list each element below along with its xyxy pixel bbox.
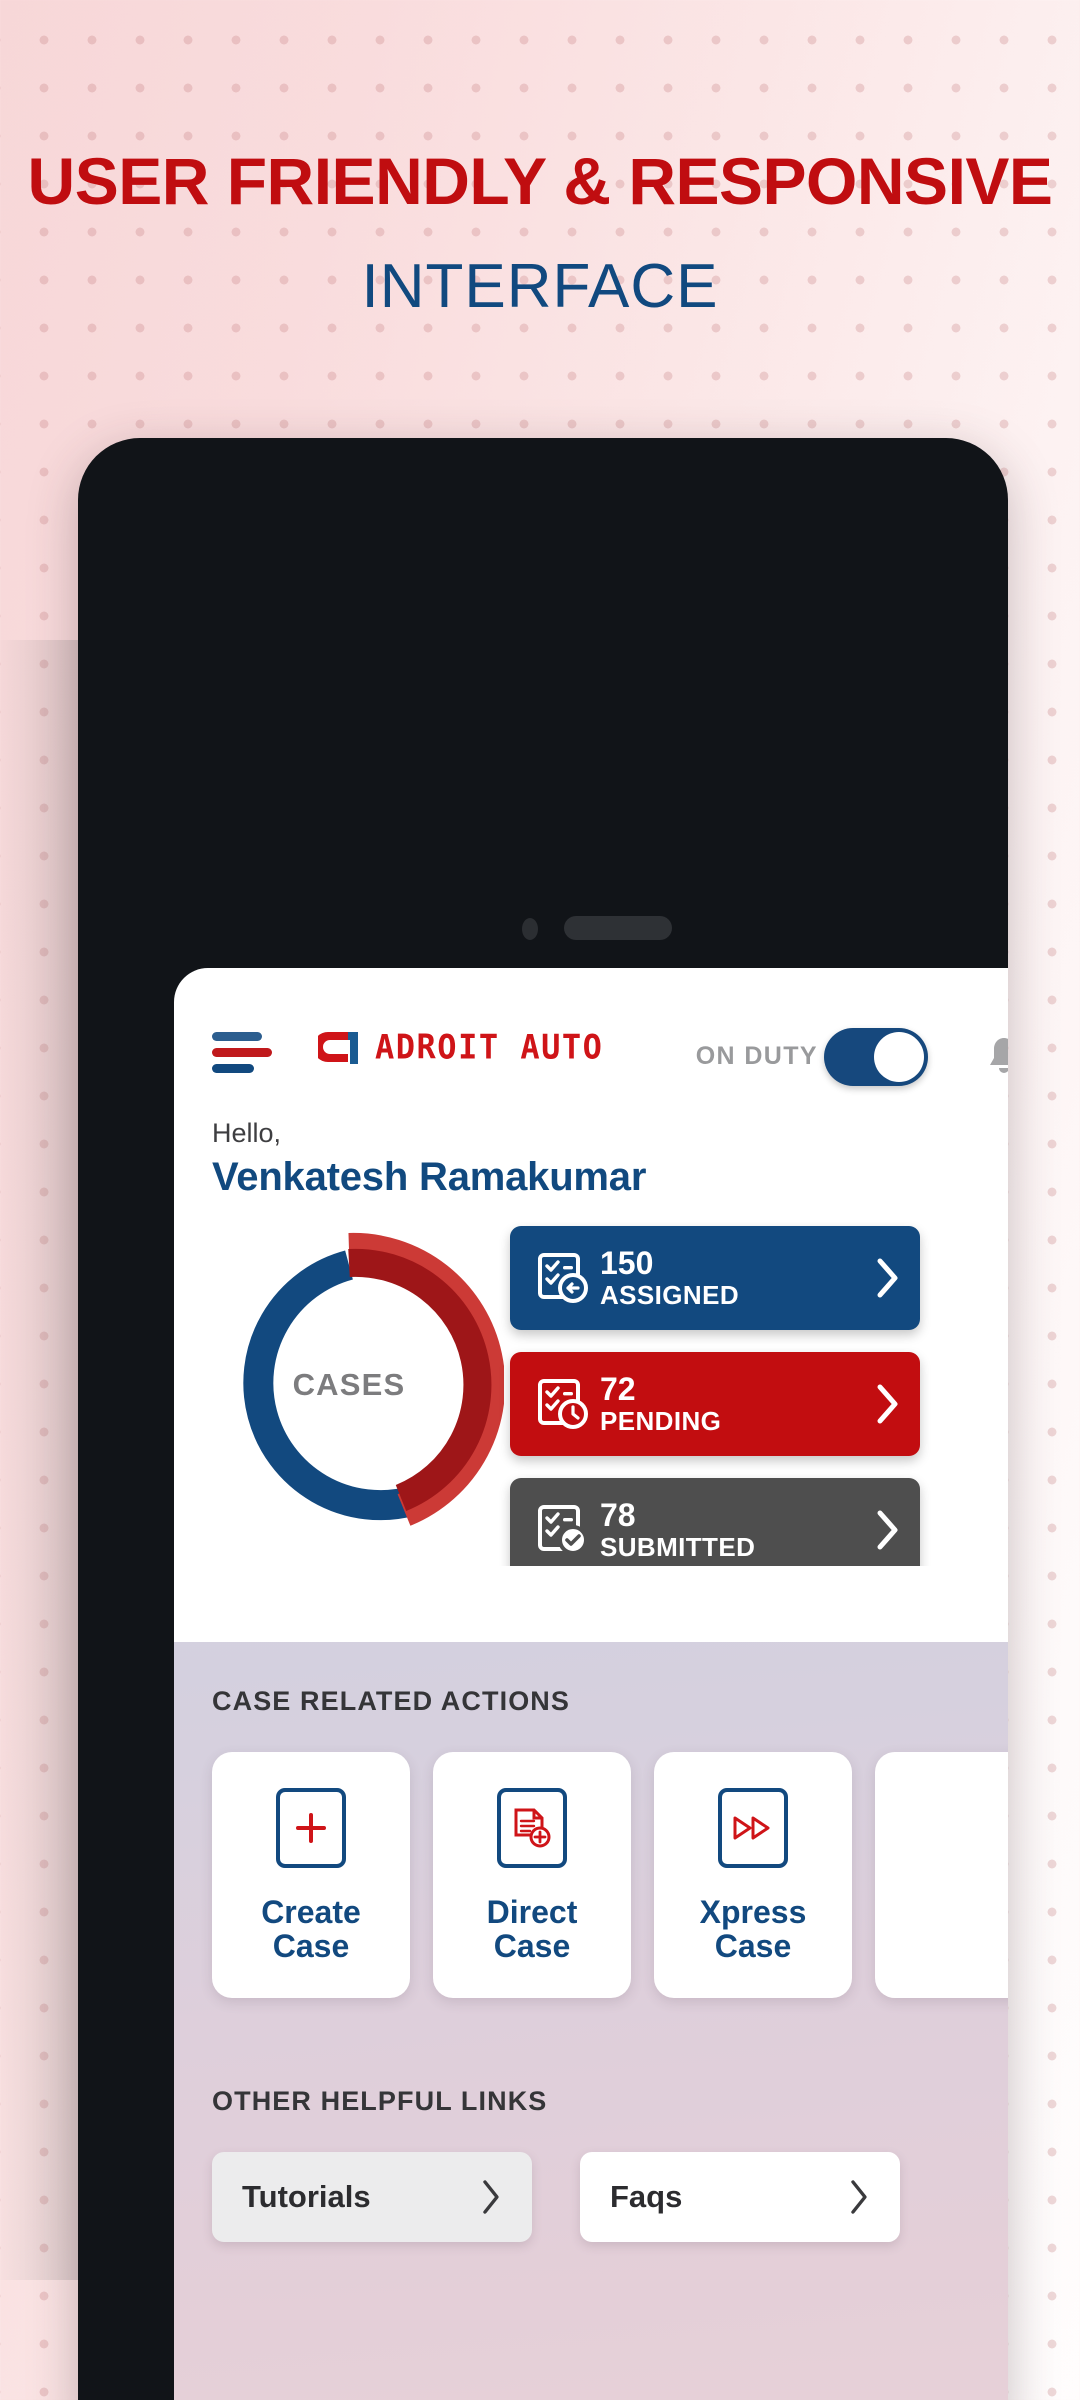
- greeting-block: Hello, Venkatesh Ramakumar: [212, 1118, 646, 1200]
- tile-label-line1: Direct: [486, 1894, 578, 1930]
- clipboard-submitted-icon: [526, 1502, 600, 1558]
- section-title-actions: CASE RELATED ACTIONS: [212, 1686, 571, 1716]
- lower-panel: CASE RELATED ACTIONS Create Case Direct …: [174, 1566, 1008, 2400]
- clipboard-pending-icon: [526, 1376, 600, 1432]
- stat-card-text: 150 ASSIGNED: [600, 1244, 856, 1310]
- action-tile-direct-case[interactable]: Direct Case: [433, 1752, 631, 1998]
- tile-label-line1: Xpress: [699, 1894, 807, 1930]
- plus-icon: [276, 1788, 346, 1868]
- promo-headline: USER FRIENDLY & RESPONSIVE INTERFACE: [0, 0, 1080, 318]
- promo-headline-line1: USER FRIENDLY & RESPONSIVE: [27, 144, 1053, 218]
- link-button-tutorials[interactable]: Tutorials: [212, 2152, 532, 2242]
- adroit-logo-mark-icon: [318, 1028, 362, 1066]
- link-button-label: Tutorials: [242, 2179, 371, 2214]
- chevron-right-icon: [848, 2178, 870, 2216]
- phone-screen: ADROIT AUTO ON DUTY Hello, Venkatesh Ram…: [174, 968, 1008, 2400]
- chevron-right-icon: [480, 2178, 502, 2216]
- tile-label-line2: Case: [714, 1927, 792, 1964]
- action-tile-create-case[interactable]: Create Case: [212, 1752, 410, 1998]
- action-tile-partial[interactable]: [875, 1752, 1008, 1998]
- case-summary: CASES 150 ASSIGNED 72 PENDING 78 SUBMITT…: [174, 1226, 1008, 1586]
- link-button-faqs[interactable]: Faqs: [580, 2152, 900, 2242]
- brand-name: ADROIT AUTO: [375, 1026, 604, 1068]
- app-header: ADROIT AUTO ON DUTY: [174, 1010, 1008, 1096]
- tile-label-line2: Case: [493, 1927, 571, 1964]
- tile-label-line1: Create: [261, 1894, 361, 1930]
- stat-card-text: 72 PENDING: [600, 1370, 856, 1436]
- on-duty-label: ON DUTY: [695, 1042, 818, 1070]
- chevron-right-icon[interactable]: [856, 1382, 920, 1426]
- clipboard-assigned-icon: [526, 1250, 600, 1306]
- document-add-icon: [497, 1788, 567, 1868]
- stat-count: 72: [600, 1370, 636, 1407]
- greeting-salutation: Hello,: [212, 1118, 282, 1148]
- stat-count: 150: [600, 1244, 654, 1281]
- bell-icon[interactable]: [984, 1034, 1008, 1078]
- toggle-knob: [874, 1032, 924, 1082]
- stat-count: 78: [600, 1496, 636, 1533]
- brand: ADROIT AUTO: [318, 1026, 604, 1068]
- stat-label: ASSIGNED: [600, 1279, 740, 1310]
- action-tiles: Create Case Direct Case Xpress Case: [212, 1752, 1008, 1998]
- front-camera-icon: [522, 918, 538, 940]
- earpiece-speaker: [564, 916, 672, 940]
- panel-top-curve: [174, 1566, 1008, 1642]
- promo-headline-line2: INTERFACE: [361, 252, 719, 321]
- chevron-right-icon[interactable]: [856, 1508, 920, 1552]
- tile-label-line2: Case: [272, 1927, 350, 1964]
- helpful-links: Tutorials Faqs: [212, 2152, 900, 2242]
- stat-card-assigned[interactable]: 150 ASSIGNED: [510, 1226, 920, 1330]
- action-tile-label: Xpress Case: [699, 1894, 807, 1964]
- action-tile-label: Create Case: [261, 1894, 361, 1964]
- stat-card-text: 78 SUBMITTED: [600, 1496, 856, 1562]
- section-title-links: OTHER HELPFUL LINKS: [212, 2086, 548, 2116]
- fast-forward-icon: [718, 1788, 788, 1868]
- stat-label: SUBMITTED: [600, 1531, 756, 1562]
- donut-center-label: CASES: [292, 1367, 406, 1402]
- stat-card-pending[interactable]: 72 PENDING: [510, 1352, 920, 1456]
- stat-label: PENDING: [600, 1405, 722, 1436]
- phone-mockup: ADROIT AUTO ON DUTY Hello, Venkatesh Ram…: [78, 438, 1008, 2400]
- on-duty-toggle[interactable]: [824, 1028, 928, 1086]
- chevron-right-icon[interactable]: [856, 1256, 920, 1300]
- link-button-label: Faqs: [610, 2179, 683, 2214]
- action-tile-label: Direct Case: [486, 1894, 578, 1964]
- user-name: Venkatesh Ramakumar: [212, 1155, 647, 1199]
- action-tile-xpress-case[interactable]: Xpress Case: [654, 1752, 852, 1998]
- hamburger-menu-icon[interactable]: [212, 1032, 274, 1076]
